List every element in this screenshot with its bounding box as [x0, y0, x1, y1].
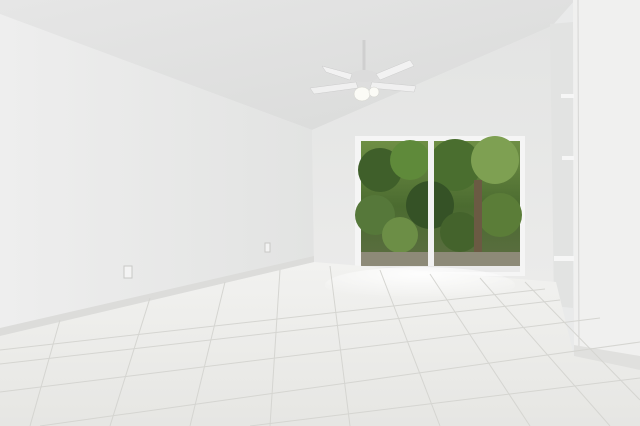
shelf-board [561, 94, 574, 98]
right-column [573, 0, 640, 370]
room-photo [0, 0, 640, 426]
shelf-board [562, 156, 574, 160]
shelf-board [554, 256, 574, 261]
built-in-shelf [550, 22, 573, 308]
power-outlet-icon [123, 265, 133, 279]
sliding-glass-door [355, 136, 525, 276]
power-outlet-icon [264, 242, 271, 253]
